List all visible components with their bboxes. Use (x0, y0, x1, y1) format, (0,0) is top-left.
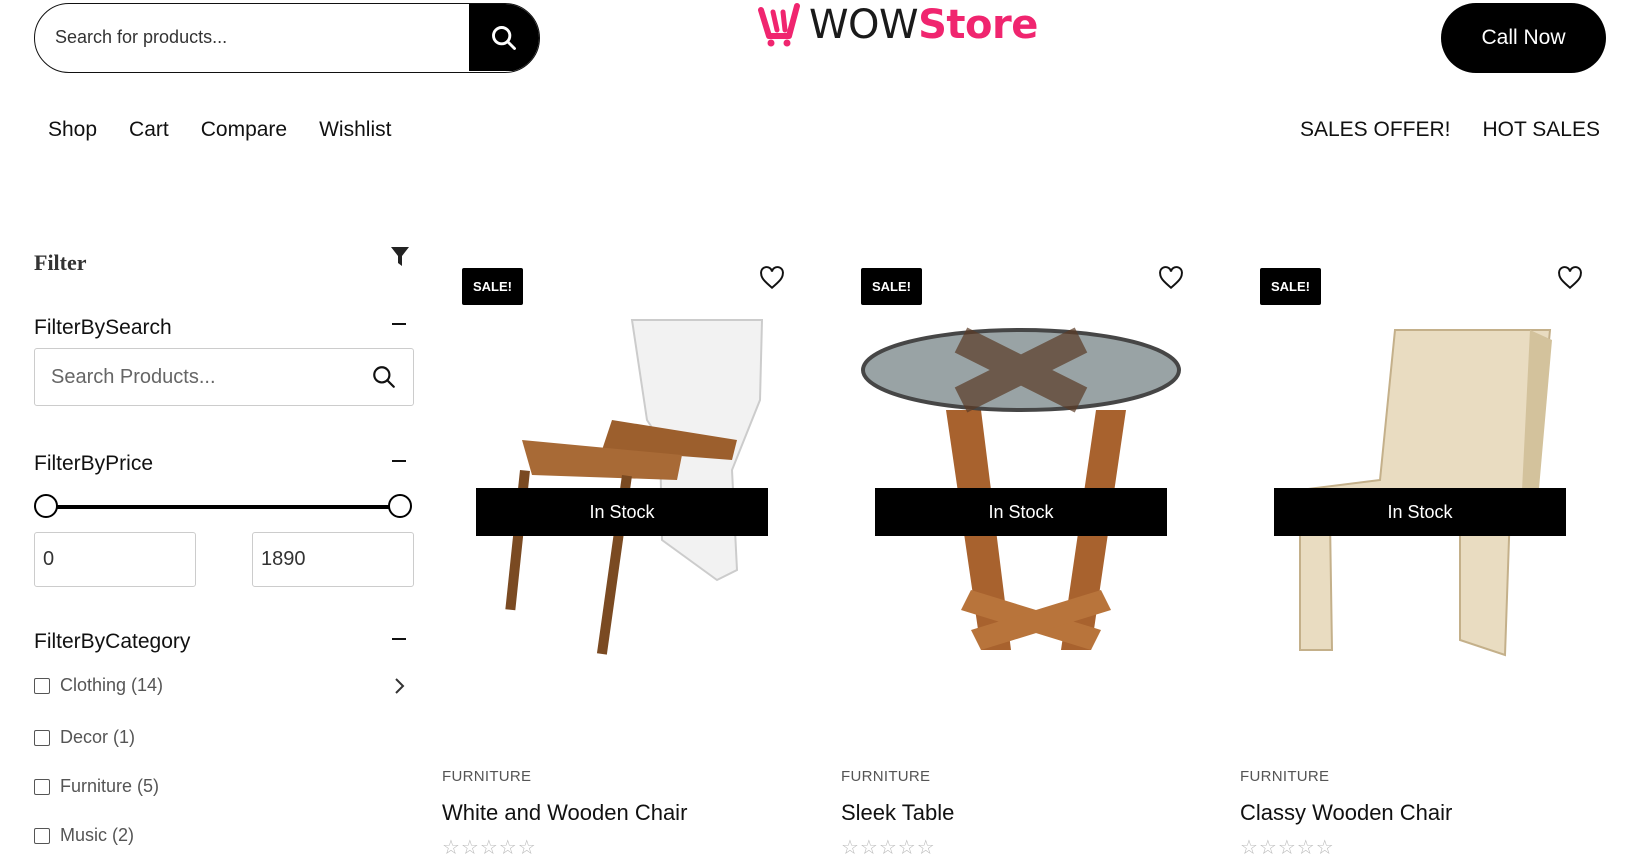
search-icon (492, 25, 516, 50)
in-stock-button[interactable]: In Stock (875, 488, 1167, 536)
heart-icon[interactable] (759, 266, 785, 290)
category-item-music[interactable]: Music (2) (34, 825, 134, 846)
product-card[interactable]: SALE! In Stock FURNITURE Sleek Table ☆☆☆… (841, 250, 1201, 860)
checkbox[interactable] (34, 677, 50, 694)
product-image[interactable] (462, 290, 782, 660)
in-stock-button[interactable]: In Stock (1274, 488, 1566, 536)
search-icon[interactable] (371, 364, 397, 390)
chevron-right-icon[interactable] (394, 677, 406, 695)
checkbox[interactable] (34, 778, 50, 795)
checkbox[interactable] (34, 729, 50, 746)
filter-by-search-title: FilterBySearch (34, 316, 172, 339)
sidebar-search-input[interactable] (35, 349, 355, 405)
filter-title: Filter (34, 250, 87, 275)
primary-nav: Shop Cart Compare Wishlist (48, 118, 391, 142)
rating-stars: ☆☆☆☆☆ (442, 837, 537, 859)
header-search (34, 3, 540, 73)
product-category: FURNITURE (442, 768, 532, 785)
heart-icon[interactable] (1557, 266, 1583, 290)
filter-by-category-title: FilterByCategory (34, 630, 191, 653)
header-search-input[interactable] (35, 4, 471, 71)
product-name[interactable]: Sleek Table (841, 800, 954, 826)
product-card[interactable]: SALE! In Stock FURNITURE White and Woode… (442, 250, 802, 860)
price-min-input[interactable]: 0 (34, 532, 196, 587)
category-label: Decor (1) (60, 727, 136, 747)
nav-shop[interactable]: Shop (48, 118, 97, 142)
price-max-input[interactable]: 1890 (252, 532, 414, 587)
category-item-decor[interactable]: Decor (1) (34, 727, 135, 748)
category-item-clothing[interactable]: Clothing (14) (34, 675, 163, 696)
collapse-price-button[interactable] (392, 460, 406, 462)
heart-icon[interactable] (1158, 266, 1184, 290)
category-item-furniture[interactable]: Furniture (5) (34, 776, 159, 797)
checkbox[interactable] (34, 827, 50, 844)
product-category: FURNITURE (1240, 768, 1330, 785)
nav-hot-sales[interactable]: HOT SALES (1483, 118, 1601, 142)
nav-wishlist[interactable]: Wishlist (319, 118, 391, 142)
product-image[interactable] (1260, 290, 1580, 660)
nav-compare[interactable]: Compare (201, 118, 287, 142)
sidebar-search (34, 348, 414, 406)
in-stock-button[interactable]: In Stock (476, 488, 768, 536)
category-label: Clothing (14) (60, 675, 164, 695)
category-label: Music (2) (60, 825, 135, 845)
category-label: Furniture (5) (60, 776, 160, 796)
call-now-button[interactable]: Call Now (1441, 3, 1606, 73)
site-logo[interactable]: WOWStore (755, 0, 1038, 50)
logo-text: WOWStore (809, 2, 1038, 48)
header-search-button[interactable] (469, 4, 539, 71)
price-min-handle[interactable] (34, 494, 58, 518)
product-image[interactable] (861, 290, 1181, 660)
product-name[interactable]: Classy Wooden Chair (1240, 800, 1452, 826)
collapse-search-button[interactable] (392, 323, 406, 325)
rating-stars: ☆☆☆☆☆ (841, 837, 936, 859)
price-max-handle[interactable] (388, 494, 412, 518)
secondary-nav: SALES OFFER! HOT SALES (1300, 118, 1600, 142)
filter-by-price-title: FilterByPrice (34, 452, 154, 475)
filter-funnel-icon[interactable] (390, 246, 410, 268)
rating-stars: ☆☆☆☆☆ (1240, 837, 1335, 859)
logo-wow: WOW (809, 2, 919, 48)
collapse-category-button[interactable] (392, 638, 406, 640)
product-card[interactable]: SALE! In Stock FURNITURE Classy Wooden C… (1240, 250, 1600, 860)
price-slider-track[interactable] (46, 505, 400, 509)
nav-sales-offer[interactable]: SALES OFFER! (1300, 118, 1451, 142)
logo-cart-icon (758, 3, 800, 47)
nav-cart[interactable]: Cart (129, 118, 169, 142)
product-name[interactable]: White and Wooden Chair (442, 800, 687, 826)
logo-store: Store (918, 2, 1038, 48)
product-category: FURNITURE (841, 768, 931, 785)
